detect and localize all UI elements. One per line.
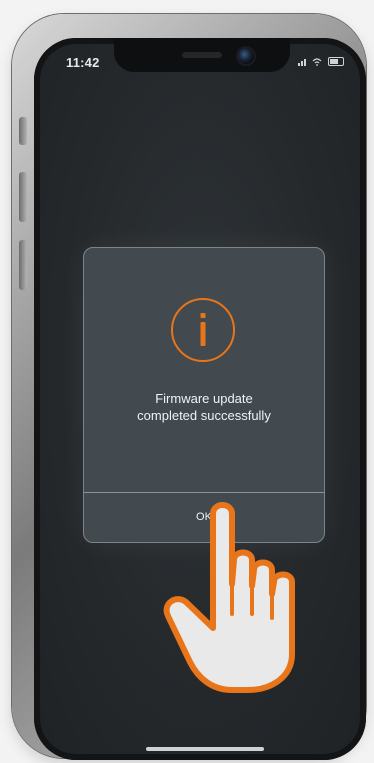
volume-up-button: [19, 172, 27, 222]
notch: [114, 38, 290, 72]
info-icon: [171, 298, 235, 362]
battery-icon: [328, 57, 344, 66]
wifi-icon: [312, 58, 322, 66]
signal-icon: [298, 59, 306, 66]
home-indicator[interactable]: [146, 747, 264, 751]
volume-down-button: [19, 240, 27, 290]
dialog-message: Firmware update completed successfully: [84, 390, 324, 424]
dialog-message-line2: completed successfully: [137, 408, 271, 423]
pointing-hand-icon: [163, 502, 295, 693]
dialog-message-line1: Firmware update: [155, 391, 253, 406]
speaker-grille: [182, 52, 222, 58]
stage: 11:42 Firmware update completed successf…: [0, 0, 374, 763]
status-time: 11:42: [66, 55, 100, 70]
status-icons: [298, 57, 344, 66]
mute-switch: [19, 117, 27, 145]
front-camera-icon: [238, 48, 254, 64]
